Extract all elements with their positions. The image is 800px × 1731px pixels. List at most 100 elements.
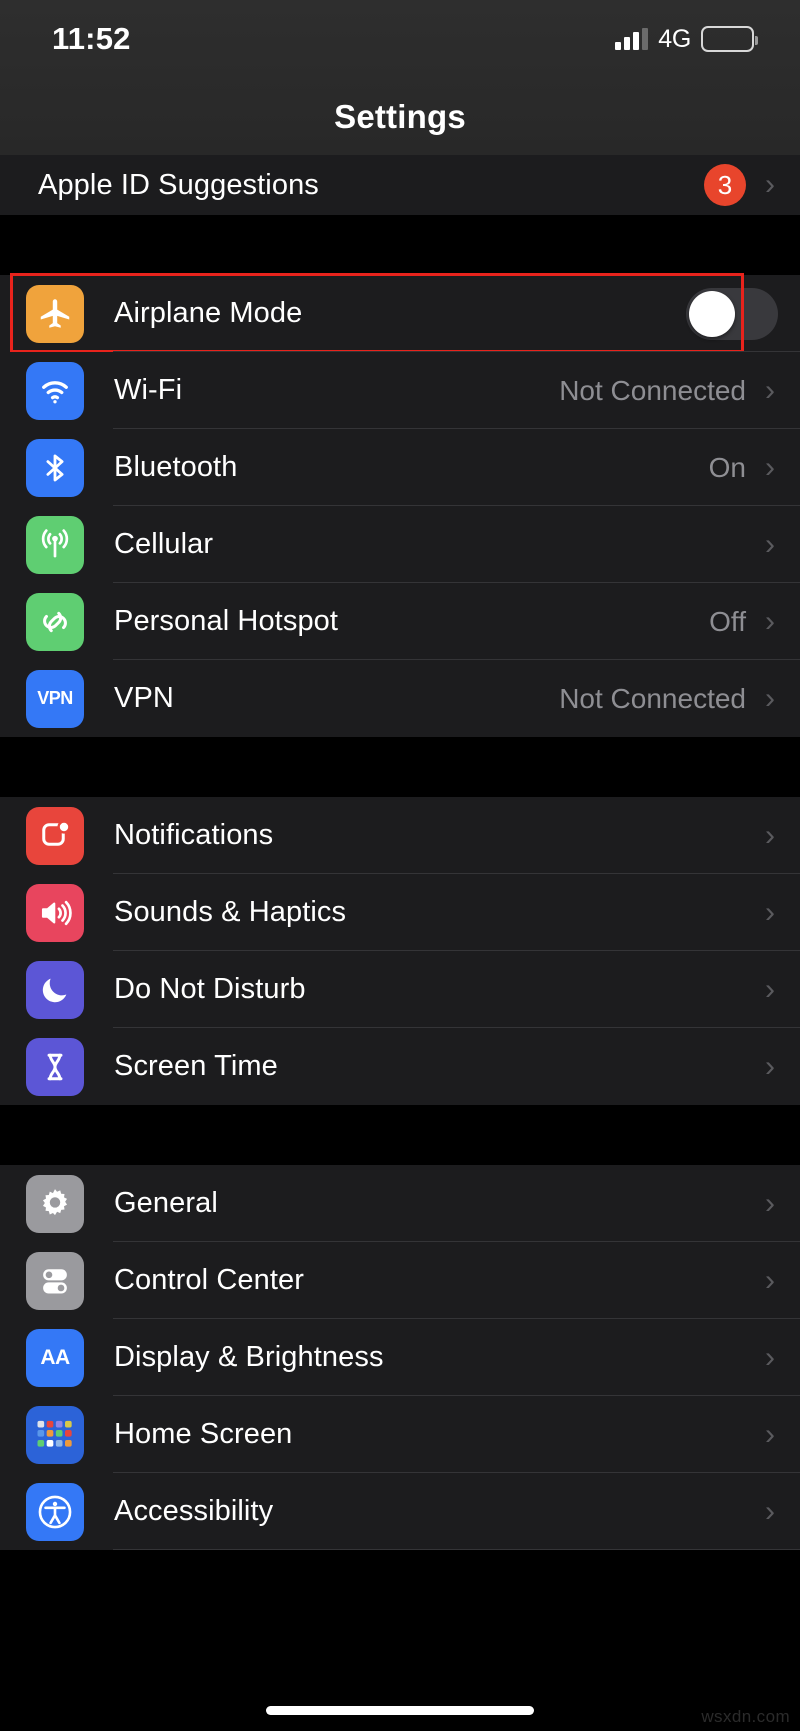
- toggle-knob: [689, 290, 735, 337]
- row-label: Display & Brightness: [114, 1341, 384, 1373]
- chevron-right-icon: ›: [765, 972, 775, 1006]
- chevron-right-icon: ›: [765, 1494, 775, 1528]
- notifications-badge-icon: [26, 806, 84, 865]
- row-accessory: Off ›: [709, 606, 800, 638]
- row-accessory: ›: [762, 972, 800, 1006]
- cellular-signal-icon: [615, 28, 649, 50]
- row-label: Control Center: [114, 1264, 304, 1296]
- row-bluetooth[interactable]: Bluetooth On ›: [0, 429, 800, 506]
- chevron-right-icon: ›: [765, 450, 775, 484]
- status-badge: 3: [704, 164, 746, 206]
- chevron-right-icon: ›: [765, 818, 775, 852]
- row-accessory: ›: [762, 895, 800, 929]
- row-label: Screen Time: [114, 1050, 278, 1082]
- iphone-settings-screen: 11:52 4G Settings Apple ID Suggestions 3…: [0, 0, 800, 1731]
- row-accessory: ›: [762, 1342, 800, 1373]
- row-accessory: 3 ›: [704, 164, 800, 206]
- bluetooth-icon: [26, 438, 84, 497]
- row-general[interactable]: General ›: [0, 1165, 800, 1242]
- row-do-not-disturb[interactable]: Do Not Disturb ›: [0, 951, 800, 1028]
- row-label: Accessibility: [114, 1495, 274, 1527]
- home-screen-grid-icon: [26, 1405, 84, 1464]
- row-accessory: ›: [762, 1263, 800, 1297]
- row-label: Do Not Disturb: [114, 973, 306, 1005]
- group-gap: [0, 737, 800, 797]
- display-aa-icon: AA: [26, 1328, 84, 1387]
- row-accessory: [686, 287, 800, 340]
- apple-id-group: Apple ID Suggestions 3 ›: [0, 155, 800, 215]
- status-bar-time: 11:52: [52, 21, 131, 56]
- row-accessory: ›: [762, 1417, 800, 1451]
- row-screen-time[interactable]: Screen Time ›: [0, 1028, 800, 1105]
- chevron-right-icon: ›: [765, 895, 775, 929]
- chevron-right-icon: ›: [765, 681, 775, 715]
- row-display-brightness[interactable]: AA Display & Brightness ›: [0, 1319, 800, 1396]
- row-label: Sounds & Haptics: [114, 896, 347, 928]
- chevron-right-icon: ›: [765, 373, 775, 407]
- row-label: Apple ID Suggestions: [38, 168, 319, 201]
- row-personal-hotspot[interactable]: Personal Hotspot Off ›: [0, 583, 800, 660]
- chevron-right-icon: ›: [765, 1263, 775, 1297]
- home-indicator[interactable]: [266, 1706, 534, 1715]
- row-home-screen[interactable]: Home Screen ›: [0, 1396, 800, 1473]
- row-wifi[interactable]: Wi-Fi Not Connected ›: [0, 352, 800, 429]
- row-accessory: ›: [746, 527, 800, 561]
- speaker-icon: [26, 883, 84, 942]
- row-value: Not Connected: [559, 682, 746, 714]
- row-control-center[interactable]: Control Center ›: [0, 1242, 800, 1319]
- hotspot-link-icon: [26, 592, 84, 651]
- cellular-antenna-icon: [26, 515, 84, 574]
- chevron-right-icon: ›: [765, 527, 775, 561]
- group-gap: [0, 1105, 800, 1165]
- row-accessibility[interactable]: Accessibility ›: [0, 1473, 800, 1550]
- watermark: wsxdn.com: [701, 1707, 790, 1726]
- row-accessory: On ›: [709, 452, 800, 484]
- row-accessory: Not Connected ›: [559, 683, 800, 715]
- vpn-icon-label: VPN: [37, 688, 73, 708]
- chevron-right-icon: ›: [765, 1417, 775, 1451]
- connectivity-group: Airplane Mode Wi-Fi Not Connected › Blue…: [0, 273, 800, 737]
- row-label: Wi-Fi: [114, 374, 183, 406]
- row-sounds-haptics[interactable]: Sounds & Haptics ›: [0, 874, 800, 951]
- page-title: Settings: [334, 98, 466, 135]
- row-label: Notifications: [114, 819, 274, 851]
- row-apple-id-suggestions[interactable]: Apple ID Suggestions 3 ›: [0, 155, 800, 215]
- chevron-right-icon: ›: [765, 168, 775, 201]
- row-value: Not Connected: [559, 374, 746, 406]
- network-type-label: 4G: [658, 24, 691, 53]
- accessibility-icon: [26, 1482, 84, 1541]
- status-bar-indicators: 4G: [615, 24, 758, 54]
- row-accessory: Not Connected ›: [559, 375, 800, 407]
- notifications-group: Notifications › Sounds & Haptics › Do No…: [0, 797, 800, 1105]
- airplane-mode-toggle[interactable]: [686, 287, 778, 340]
- row-label: Cellular: [114, 528, 214, 560]
- hourglass-icon: [26, 1037, 84, 1096]
- row-vpn[interactable]: VPN VPN Not Connected ›: [0, 660, 800, 737]
- airplane-icon: [26, 284, 84, 343]
- group-gap: [0, 215, 800, 275]
- gear-icon: [26, 1174, 84, 1233]
- row-notifications[interactable]: Notifications ›: [0, 797, 800, 874]
- row-label: Bluetooth: [114, 451, 238, 483]
- row-accessory: ›: [762, 1186, 800, 1220]
- vpn-icon: VPN: [26, 669, 84, 728]
- row-accessory: ›: [762, 818, 800, 852]
- moon-icon: [26, 960, 84, 1019]
- status-bar: 11:52 4G: [0, 0, 800, 78]
- row-label: Home Screen: [114, 1418, 293, 1450]
- row-value: On: [708, 451, 746, 483]
- header-zone: 11:52 4G Settings: [0, 0, 800, 155]
- row-airplane-mode[interactable]: Airplane Mode: [0, 273, 800, 353]
- row-accessory: ›: [762, 1494, 800, 1528]
- row-value: Off: [709, 605, 746, 637]
- row-label: Airplane Mode: [114, 297, 303, 329]
- row-separator: [113, 1549, 800, 1550]
- battery-icon: [701, 26, 758, 52]
- row-accessory: ›: [762, 1049, 800, 1083]
- row-cellular[interactable]: Cellular ›: [0, 506, 800, 583]
- chevron-right-icon: ›: [765, 1049, 775, 1083]
- wifi-icon: [26, 361, 84, 420]
- chevron-right-icon: ›: [765, 1186, 775, 1220]
- general-group: General › Control Center › AA Display & …: [0, 1165, 800, 1550]
- row-label: VPN: [114, 682, 174, 714]
